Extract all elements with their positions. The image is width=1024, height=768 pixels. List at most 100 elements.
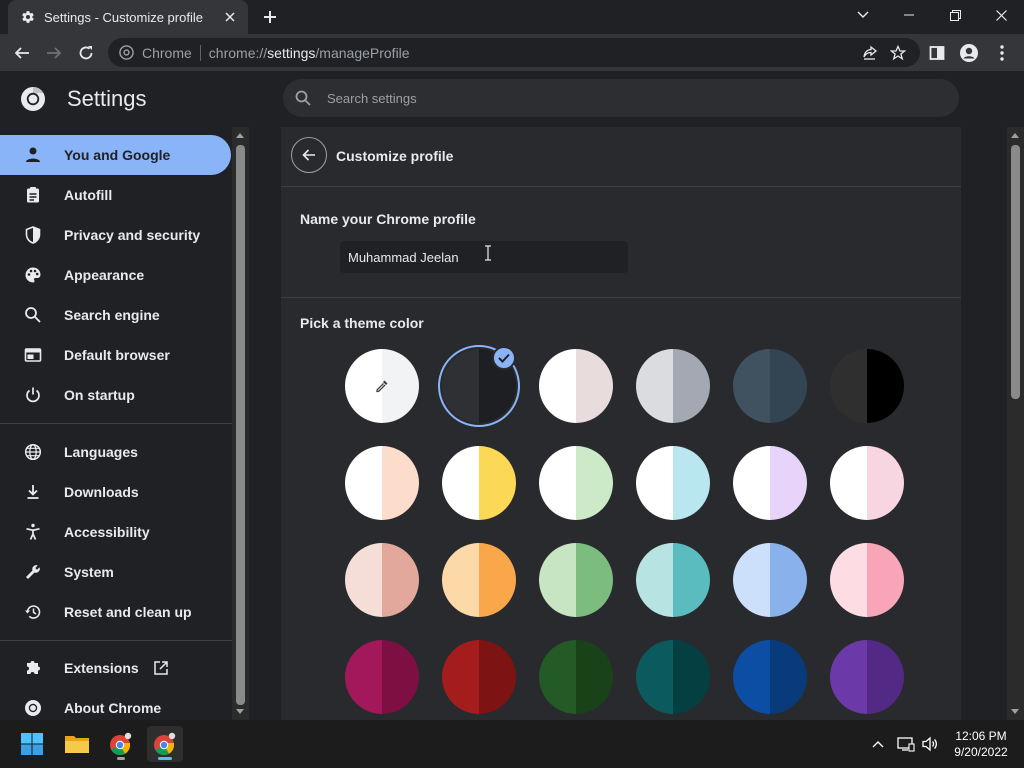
- theme-color-swatch[interactable]: [830, 640, 904, 714]
- sidebar-item-autofill[interactable]: Autofill: [0, 175, 231, 215]
- active-indicator: [158, 757, 172, 760]
- theme-color-swatch[interactable]: [442, 446, 516, 520]
- clipboard-icon: [22, 184, 44, 206]
- chevron-up-icon[interactable]: [868, 734, 888, 754]
- sidebar-divider: [0, 423, 232, 424]
- page-scrollbar[interactable]: [1007, 127, 1024, 720]
- back-arrow-icon[interactable]: [8, 39, 36, 67]
- new-tab-button[interactable]: [260, 7, 280, 27]
- network-icon[interactable]: [896, 734, 916, 754]
- theme-color-swatch[interactable]: [733, 640, 807, 714]
- sidebar-item-default-browser[interactable]: Default browser: [0, 335, 231, 375]
- close-tab-icon[interactable]: [222, 9, 238, 25]
- reload-icon[interactable]: [72, 39, 100, 67]
- restore-button[interactable]: [932, 0, 978, 30]
- volume-icon[interactable]: [920, 734, 940, 754]
- gear-icon: [20, 9, 36, 25]
- file-explorer-icon[interactable]: [59, 726, 95, 762]
- sidebar-item-extensions[interactable]: Extensions: [0, 648, 231, 688]
- theme-color-swatch[interactable]: [442, 640, 516, 714]
- sidebar-scrollbar[interactable]: [232, 127, 249, 720]
- scroll-down-arrow-icon[interactable]: [236, 709, 244, 714]
- theme-color-swatch[interactable]: [733, 349, 807, 423]
- theme-color-swatch[interactable]: [636, 640, 710, 714]
- taskbar-clock[interactable]: 12:06 PM 9/20/2022: [946, 728, 1016, 760]
- omnibox-separator: [199, 44, 201, 61]
- header-divider: [281, 186, 961, 187]
- sidebar-item-reset-and-clean-up[interactable]: Reset and clean up: [0, 592, 231, 632]
- sidebar-item-you-and-google[interactable]: You and Google: [0, 135, 231, 175]
- profile-avatar-icon[interactable]: [955, 39, 983, 67]
- scroll-up-arrow-icon[interactable]: [236, 133, 244, 138]
- sidebar-item-downloads[interactable]: Downloads: [0, 472, 231, 512]
- sidebar-divider: [0, 640, 232, 641]
- forward-arrow-icon[interactable]: [40, 39, 68, 67]
- theme-color-swatch[interactable]: [636, 543, 710, 617]
- palette-icon: [22, 264, 44, 286]
- sidebar-item-appearance[interactable]: Appearance: [0, 255, 231, 295]
- settings-title: Settings: [67, 86, 147, 111]
- back-button[interactable]: [291, 137, 327, 173]
- power-icon: [22, 384, 44, 406]
- custom-color-picker-swatch[interactable]: [345, 349, 419, 423]
- windows-start-icon[interactable]: [14, 726, 50, 762]
- minimize-button[interactable]: [886, 0, 932, 30]
- tab-strip: Settings - Customize profile: [0, 0, 1024, 34]
- scroll-up-arrow-icon[interactable]: [1011, 133, 1019, 138]
- tab-search-icon[interactable]: [840, 0, 886, 30]
- theme-color-swatch[interactable]: [733, 446, 807, 520]
- theme-color-swatch[interactable]: [345, 640, 419, 714]
- theme-color-swatch[interactable]: [345, 446, 419, 520]
- scroll-down-arrow-icon[interactable]: [1011, 709, 1019, 714]
- close-window-button[interactable]: [978, 0, 1024, 30]
- theme-color-swatch[interactable]: [830, 446, 904, 520]
- chrome-taskbar-icon-active[interactable]: [147, 726, 183, 762]
- open-in-new-icon: [153, 660, 169, 676]
- page-title: Customize profile: [336, 148, 454, 164]
- sidebar-item-privacy-and-security[interactable]: Privacy and security: [0, 215, 231, 255]
- share-icon[interactable]: [856, 41, 884, 65]
- side-panel-icon[interactable]: [923, 39, 951, 67]
- theme-color-swatch[interactable]: [539, 640, 613, 714]
- theme-color-swatch[interactable]: [830, 349, 904, 423]
- customize-profile-card: Customize profile Name your Chrome profi…: [281, 127, 961, 720]
- theme-color-swatch[interactable]: [733, 543, 807, 617]
- profile-name-label: Name your Chrome profile: [300, 211, 476, 227]
- theme-color-swatch[interactable]: [539, 543, 613, 617]
- chrome-site-icon: [118, 45, 134, 61]
- sidebar-item-accessibility[interactable]: Accessibility: [0, 512, 231, 552]
- site-name: Chrome: [142, 44, 192, 61]
- sidebar-item-languages[interactable]: Languages: [0, 432, 231, 472]
- chrome-taskbar-icon[interactable]: [103, 726, 139, 762]
- windows-taskbar: 12:06 PM 9/20/2022: [0, 720, 1024, 768]
- theme-color-swatch[interactable]: [636, 446, 710, 520]
- clock-date: 9/20/2022: [954, 745, 1008, 759]
- theme-color-swatch[interactable]: [636, 349, 710, 423]
- theme-color-label: Pick a theme color: [300, 315, 424, 331]
- url-text: chrome://settings/manageProfile: [208, 44, 410, 61]
- download-icon: [22, 481, 44, 503]
- search-icon: [22, 304, 44, 326]
- search-settings-input[interactable]: [327, 90, 907, 106]
- search-icon: [293, 88, 313, 108]
- theme-color-swatch[interactable]: [830, 543, 904, 617]
- theme-color-swatch[interactable]: [345, 543, 419, 617]
- bookmark-star-icon[interactable]: [884, 41, 912, 65]
- search-settings-box[interactable]: [283, 79, 959, 117]
- tab-settings[interactable]: Settings - Customize profile: [8, 0, 248, 34]
- sidebar-item-on-startup[interactable]: On startup: [0, 375, 231, 415]
- theme-color-swatch[interactable]: [539, 446, 613, 520]
- theme-color-swatch[interactable]: [442, 543, 516, 617]
- sidebar-scroll-thumb[interactable]: [236, 145, 245, 705]
- sidebar-item-search-engine[interactable]: Search engine: [0, 295, 231, 335]
- theme-color-swatch[interactable]: [539, 349, 613, 423]
- section-divider: [281, 297, 961, 298]
- page-scroll-thumb[interactable]: [1011, 145, 1020, 399]
- globe-icon: [22, 441, 44, 463]
- sidebar-item-about-chrome[interactable]: About Chrome: [0, 688, 231, 720]
- settings-header: Settings: [0, 71, 1024, 127]
- sidebar-item-system[interactable]: System: [0, 552, 231, 592]
- kebab-menu-icon[interactable]: [988, 39, 1016, 67]
- address-bar[interactable]: Chrome chrome://settings/manageProfile: [108, 38, 920, 67]
- back-arrow-icon: [302, 149, 315, 161]
